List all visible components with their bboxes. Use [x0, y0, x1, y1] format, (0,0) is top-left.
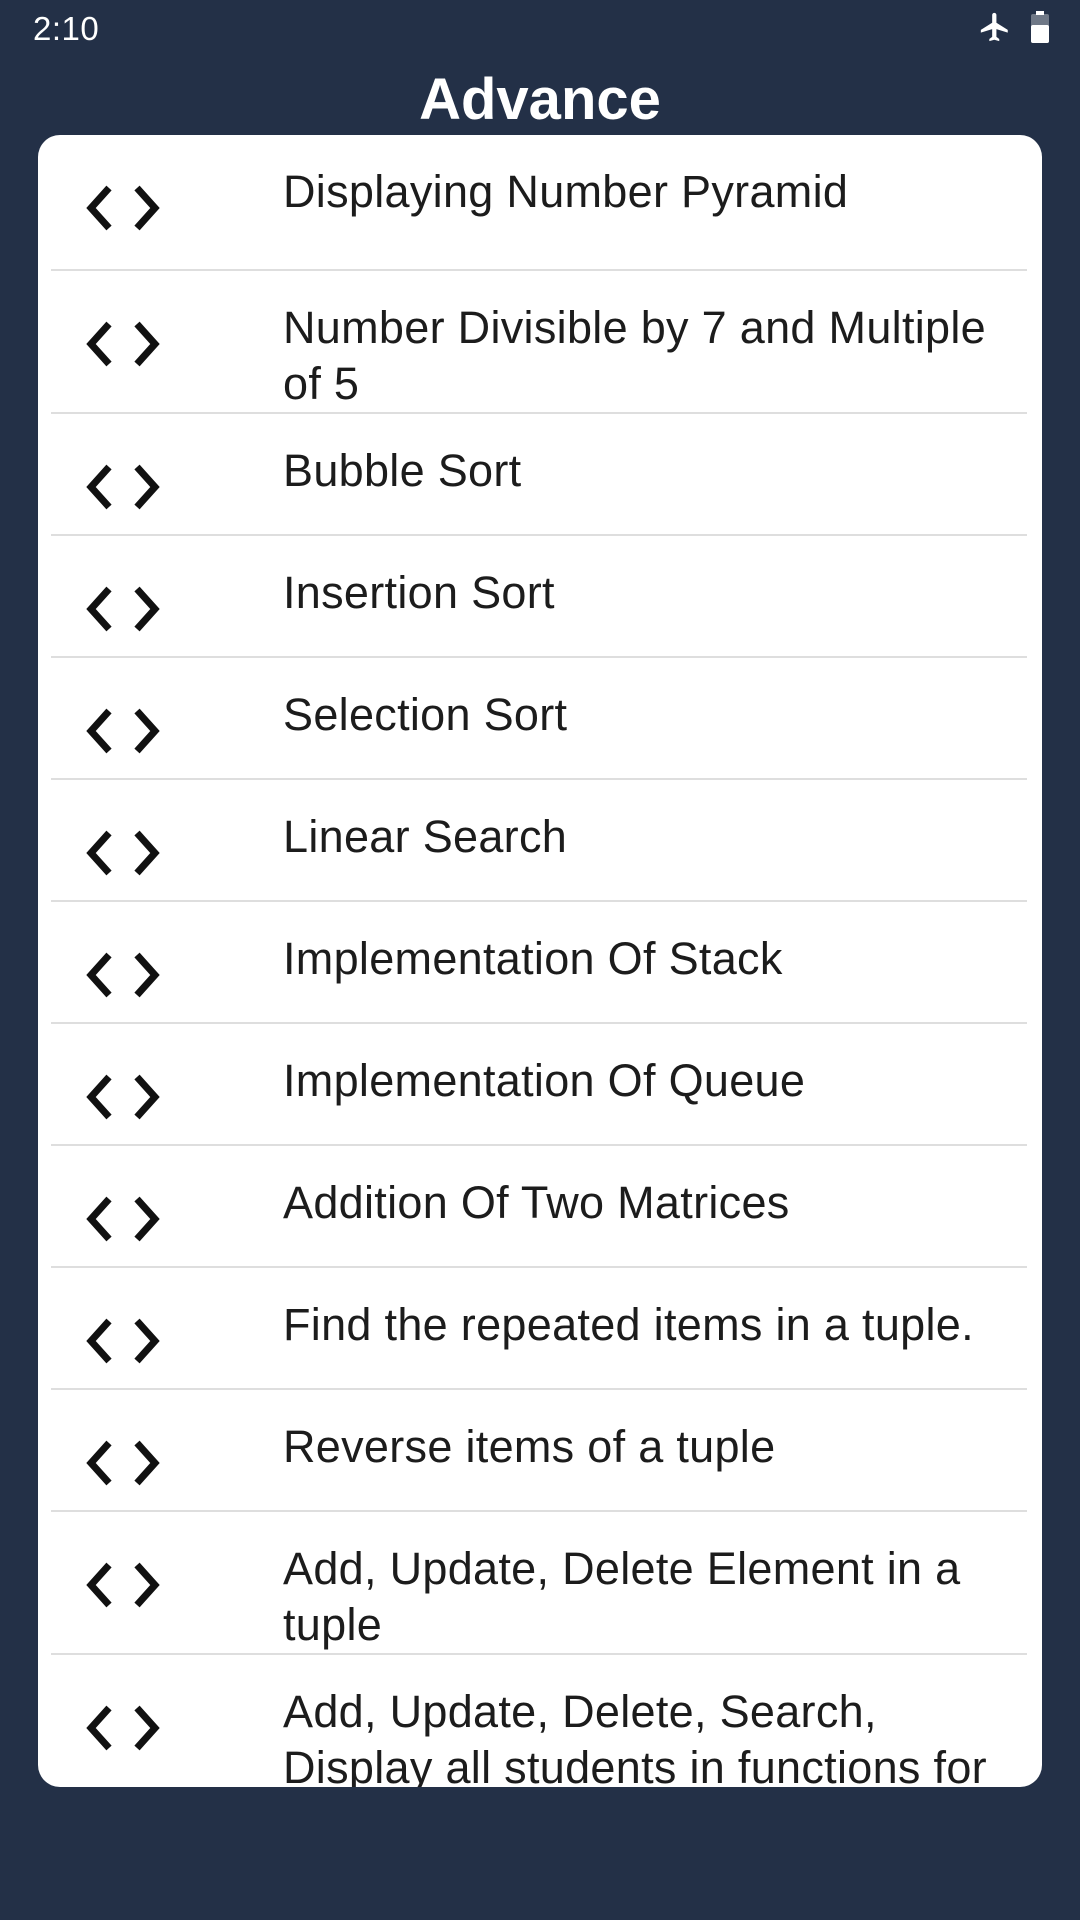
- code-icon: [83, 1195, 163, 1243]
- list-item-label: Reverse items of a tuple: [283, 1421, 776, 1472]
- list-item[interactable]: Selection Sort: [51, 658, 1027, 780]
- program-list-card[interactable]: Displaying Number Pyramid Number Divisibl…: [38, 135, 1042, 1787]
- status-bar: 2:10: [0, 0, 1080, 60]
- code-icon: [83, 320, 163, 368]
- airplane-mode-icon: [978, 10, 1012, 49]
- list-item[interactable]: Add, Update, Delete Element in a tuple: [51, 1512, 1027, 1655]
- list-item[interactable]: Implementation Of Stack: [51, 902, 1027, 1024]
- list-item-label: Linear Search: [283, 811, 568, 862]
- list-item[interactable]: Reverse items of a tuple: [51, 1390, 1027, 1512]
- list-item-label: Bubble Sort: [283, 445, 522, 496]
- list-item-label: Displaying Number Pyramid: [283, 166, 849, 217]
- list-item[interactable]: Linear Search: [51, 780, 1027, 902]
- list-item-label: Number Divisible by 7 and Multiple of 5: [283, 302, 986, 409]
- list-item-label: Add, Update, Delete Element in a tuple: [283, 1543, 961, 1650]
- code-icon: [83, 184, 163, 232]
- list-item[interactable]: Implementation Of Queue: [51, 1024, 1027, 1146]
- status-icons: [978, 10, 1050, 49]
- list-item[interactable]: Number Divisible by 7 and Multiple of 5: [51, 271, 1027, 414]
- code-icon: [83, 951, 163, 999]
- list-item[interactable]: Displaying Number Pyramid: [51, 135, 1027, 271]
- list-item-label: Implementation Of Stack: [283, 933, 783, 984]
- list-item-label: Addition Of Two Matrices: [283, 1177, 790, 1228]
- list-item-label: Insertion Sort: [283, 567, 555, 618]
- code-icon: [83, 1439, 163, 1487]
- list-item[interactable]: Addition Of Two Matrices: [51, 1146, 1027, 1268]
- list-item-label: Add, Update, Delete, Search, Display all…: [283, 1686, 987, 1787]
- list-item-label: Find the repeated items in a tuple.: [283, 1299, 974, 1350]
- list-item[interactable]: Add, Update, Delete, Search, Display all…: [51, 1655, 1027, 1787]
- code-icon: [83, 829, 163, 877]
- code-icon: [83, 707, 163, 755]
- status-time: 2:10: [33, 10, 100, 47]
- list-item[interactable]: Bubble Sort: [51, 414, 1027, 536]
- code-icon: [83, 1317, 163, 1365]
- list-item[interactable]: Insertion Sort: [51, 536, 1027, 658]
- list-item-label: Implementation Of Queue: [283, 1055, 806, 1106]
- list-item[interactable]: Find the repeated items in a tuple.: [51, 1268, 1027, 1390]
- code-icon: [83, 1704, 163, 1752]
- code-icon: [83, 1561, 163, 1609]
- code-icon: [83, 463, 163, 511]
- code-icon: [83, 585, 163, 633]
- list-item-label: Selection Sort: [283, 689, 568, 740]
- code-icon: [83, 1073, 163, 1121]
- page-title: Advance: [419, 67, 661, 132]
- battery-icon: [1030, 11, 1050, 48]
